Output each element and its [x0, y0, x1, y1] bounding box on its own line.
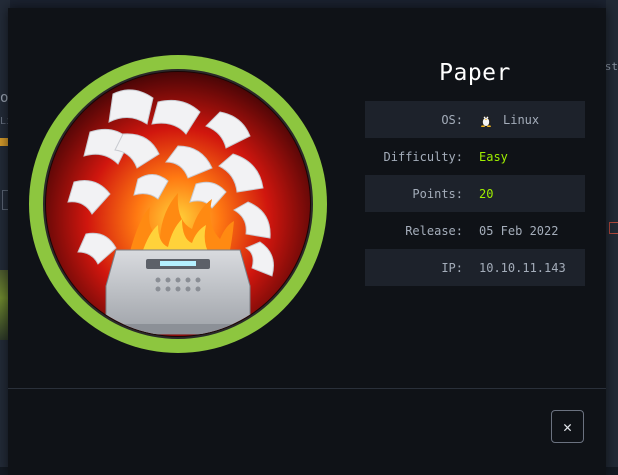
- close-button[interactable]: ✕: [551, 410, 584, 443]
- machine-avatar: [28, 54, 328, 354]
- os-name: Linux: [503, 112, 540, 127]
- info-value-release: 05 Feb 2022: [479, 223, 559, 238]
- info-row-points: Points: 20: [365, 175, 585, 212]
- info-row-release: Release: 05 Feb 2022: [365, 212, 585, 249]
- info-label-points: Points:: [412, 186, 463, 201]
- info-label-release: Release:: [405, 223, 463, 238]
- close-icon: ✕: [562, 417, 573, 436]
- burning-paper-printer-icon: [29, 55, 327, 353]
- info-label-difficulty: Difficulty:: [383, 149, 463, 164]
- info-value-points: 20: [479, 186, 494, 201]
- printer-shape: [105, 249, 251, 335]
- info-label-ip: IP:: [441, 260, 463, 275]
- modal-footer-divider: [8, 388, 606, 389]
- tux-icon: [481, 115, 491, 127]
- info-label-os: OS:: [441, 112, 463, 127]
- info-row-difficulty: Difficulty: Easy: [365, 138, 585, 175]
- info-value-ip: 10.10.11.143: [479, 260, 566, 275]
- machine-name-title: Paper: [439, 60, 511, 86]
- background-progress-fragment: [0, 138, 8, 146]
- info-value-os: Linux: [479, 113, 539, 127]
- info-row-ip: IP: 10.10.11.143: [365, 249, 585, 286]
- machine-info-modal: Paper OS: Linux Difficulty: Easy Points:…: [8, 8, 606, 475]
- info-row-os: OS: Linux: [365, 101, 585, 138]
- background-right-text-fragment: st: [604, 60, 618, 73]
- background-right-marker: [609, 222, 618, 234]
- info-value-difficulty: Easy: [479, 149, 508, 164]
